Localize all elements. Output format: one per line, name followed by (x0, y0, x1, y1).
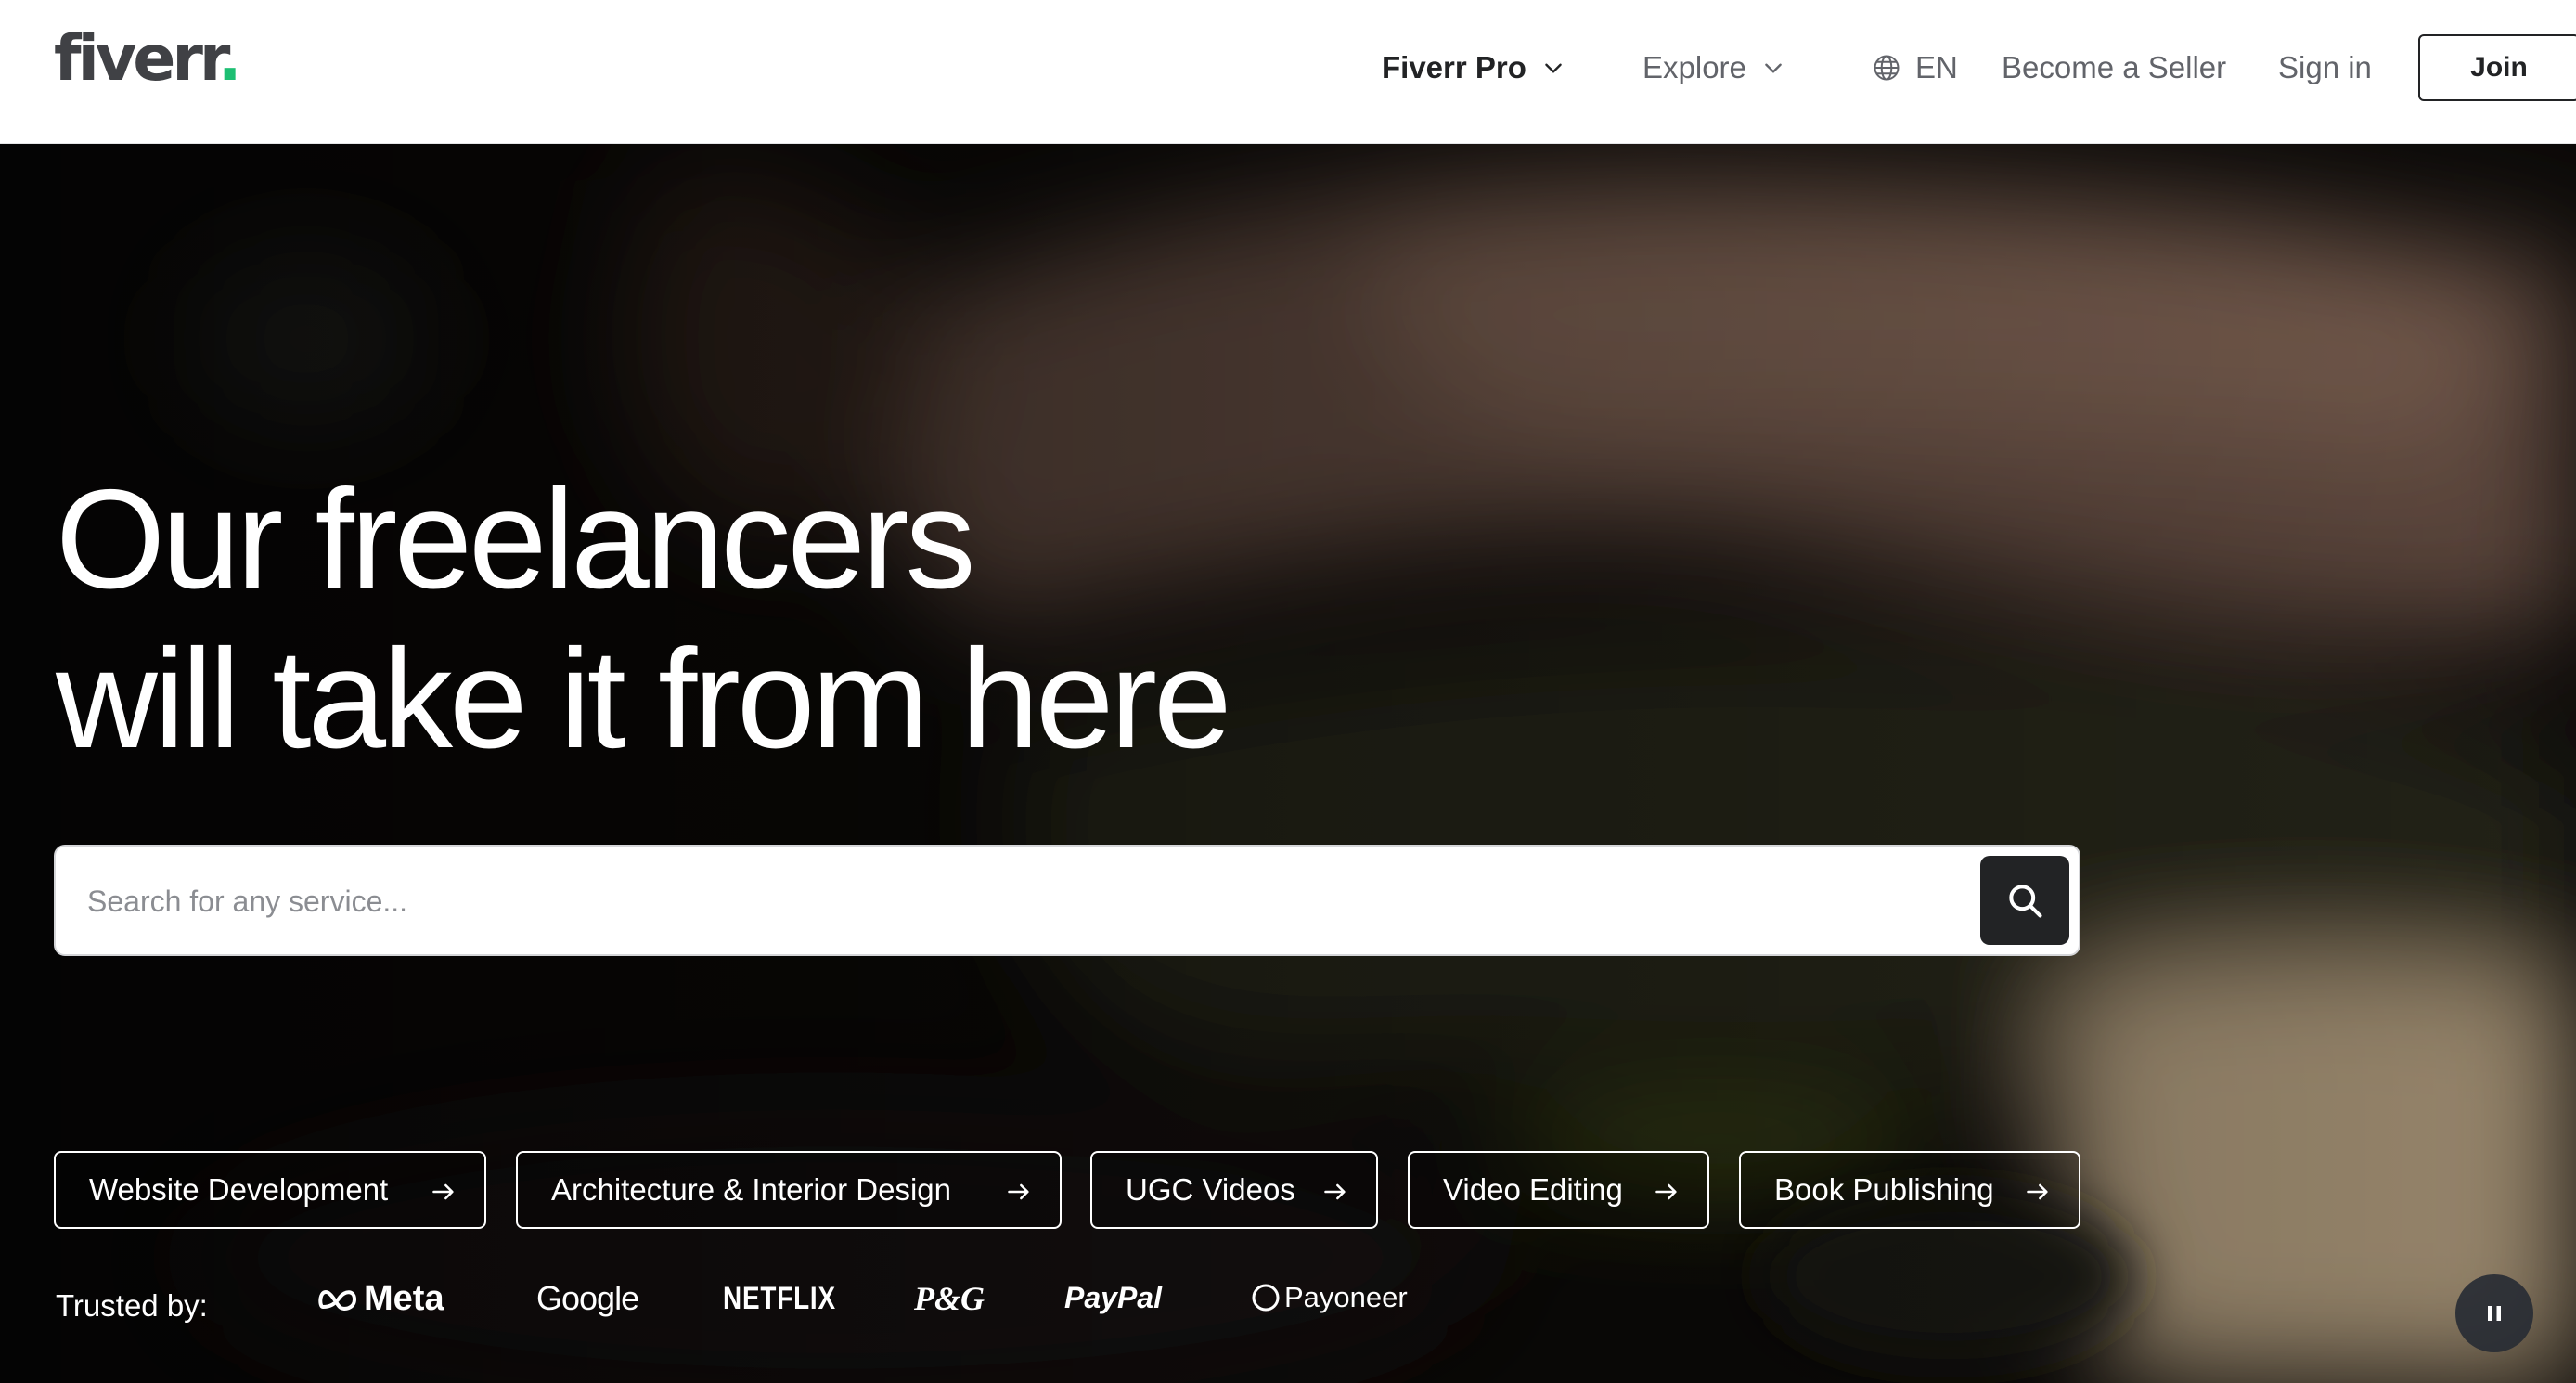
search-input[interactable] (85, 867, 1982, 936)
brand-logo-payoneer: Payoneer (1251, 1281, 1408, 1314)
nav-fiverr-pro-label: Fiverr Pro (1382, 50, 1526, 84)
brand-name: Meta (364, 1279, 444, 1318)
top-header: fiverr. Fiverr Pro Explore EN Become a S… (0, 0, 2576, 144)
nav-explore-label: Explore (1642, 50, 1746, 84)
brand-logo-pg: P&G (914, 1279, 985, 1318)
category-chip-architecture-interior-design[interactable]: Architecture & Interior Design (516, 1151, 1062, 1229)
chevron-down-icon (1545, 63, 1562, 73)
arrow-right-icon (1008, 1183, 1029, 1200)
category-label: Video Editing (1443, 1172, 1623, 1207)
pause-icon (2488, 1306, 2501, 1321)
category-label: Book Publishing (1774, 1172, 1994, 1207)
brand-logo-meta: Meta (317, 1279, 444, 1319)
arrow-right-icon (432, 1183, 454, 1200)
nav-become-seller[interactable]: Become a Seller (2002, 0, 2226, 136)
category-label: Website Development (89, 1172, 389, 1207)
fiverr-logo[interactable]: fiverr. (54, 28, 242, 91)
nav-sign-in[interactable]: Sign in (2278, 0, 2372, 136)
hero-headline: Our freelancers will take it from here (56, 459, 1232, 779)
trusted-by-label: Trusted by: (56, 1288, 208, 1323)
category-chip-video-editing[interactable]: Video Editing (1408, 1151, 1709, 1229)
arrow-right-icon (1324, 1183, 1346, 1200)
category-chip-book-publishing[interactable]: Book Publishing (1739, 1151, 2080, 1229)
nav-sign-in-label: Sign in (2278, 50, 2372, 84)
brand-name: Payoneer (1284, 1281, 1408, 1313)
pause-video-button[interactable] (2455, 1274, 2533, 1352)
hero-section: Our freelancers will take it from here W… (0, 144, 2576, 1383)
category-label: UGC Videos (1126, 1172, 1295, 1207)
chevron-down-icon (1765, 63, 1782, 73)
nav-become-seller-label: Become a Seller (2002, 50, 2227, 84)
globe-icon (1874, 55, 1900, 81)
join-button[interactable]: Join (2418, 34, 2576, 101)
category-chip-ugc-videos[interactable]: UGC Videos (1090, 1151, 1378, 1229)
headline-line-1: Our freelancers (56, 460, 976, 618)
brand-name: NETFLIX (723, 1281, 836, 1316)
brand-name: PayPal (1064, 1281, 1162, 1314)
search-bar (54, 845, 2080, 956)
logo-text: fiverr (54, 22, 222, 96)
brand-logo-netflix: NETFLIX (723, 1281, 836, 1317)
brand-name: P&G (914, 1280, 985, 1317)
nav-language[interactable]: EN (1873, 0, 1958, 136)
page: fiverr. Fiverr Pro Explore EN Become a S… (0, 0, 2576, 1383)
payoneer-circle-icon (1252, 1284, 1280, 1312)
nav-fiverr-pro[interactable]: Fiverr Pro (1382, 0, 1565, 136)
arrow-right-icon (2027, 1183, 2048, 1200)
arrow-right-icon (1655, 1183, 1677, 1200)
search-button[interactable] (1980, 856, 2069, 945)
search-icon (2009, 885, 2042, 918)
brand-logo-google: Google (536, 1279, 639, 1318)
brand-logo-paypal: PayPal (1064, 1281, 1162, 1315)
nav-language-label: EN (1915, 50, 1958, 84)
category-chip-website-development[interactable]: Website Development (54, 1151, 486, 1229)
headline-line-2: will take it from here (56, 620, 1232, 778)
brand-name: Google (536, 1279, 639, 1317)
category-label: Architecture & Interior Design (551, 1172, 952, 1207)
meta-infinity-icon (318, 1289, 357, 1311)
nav-explore[interactable]: Explore (1642, 0, 1785, 136)
logo-dot: . (217, 22, 242, 96)
